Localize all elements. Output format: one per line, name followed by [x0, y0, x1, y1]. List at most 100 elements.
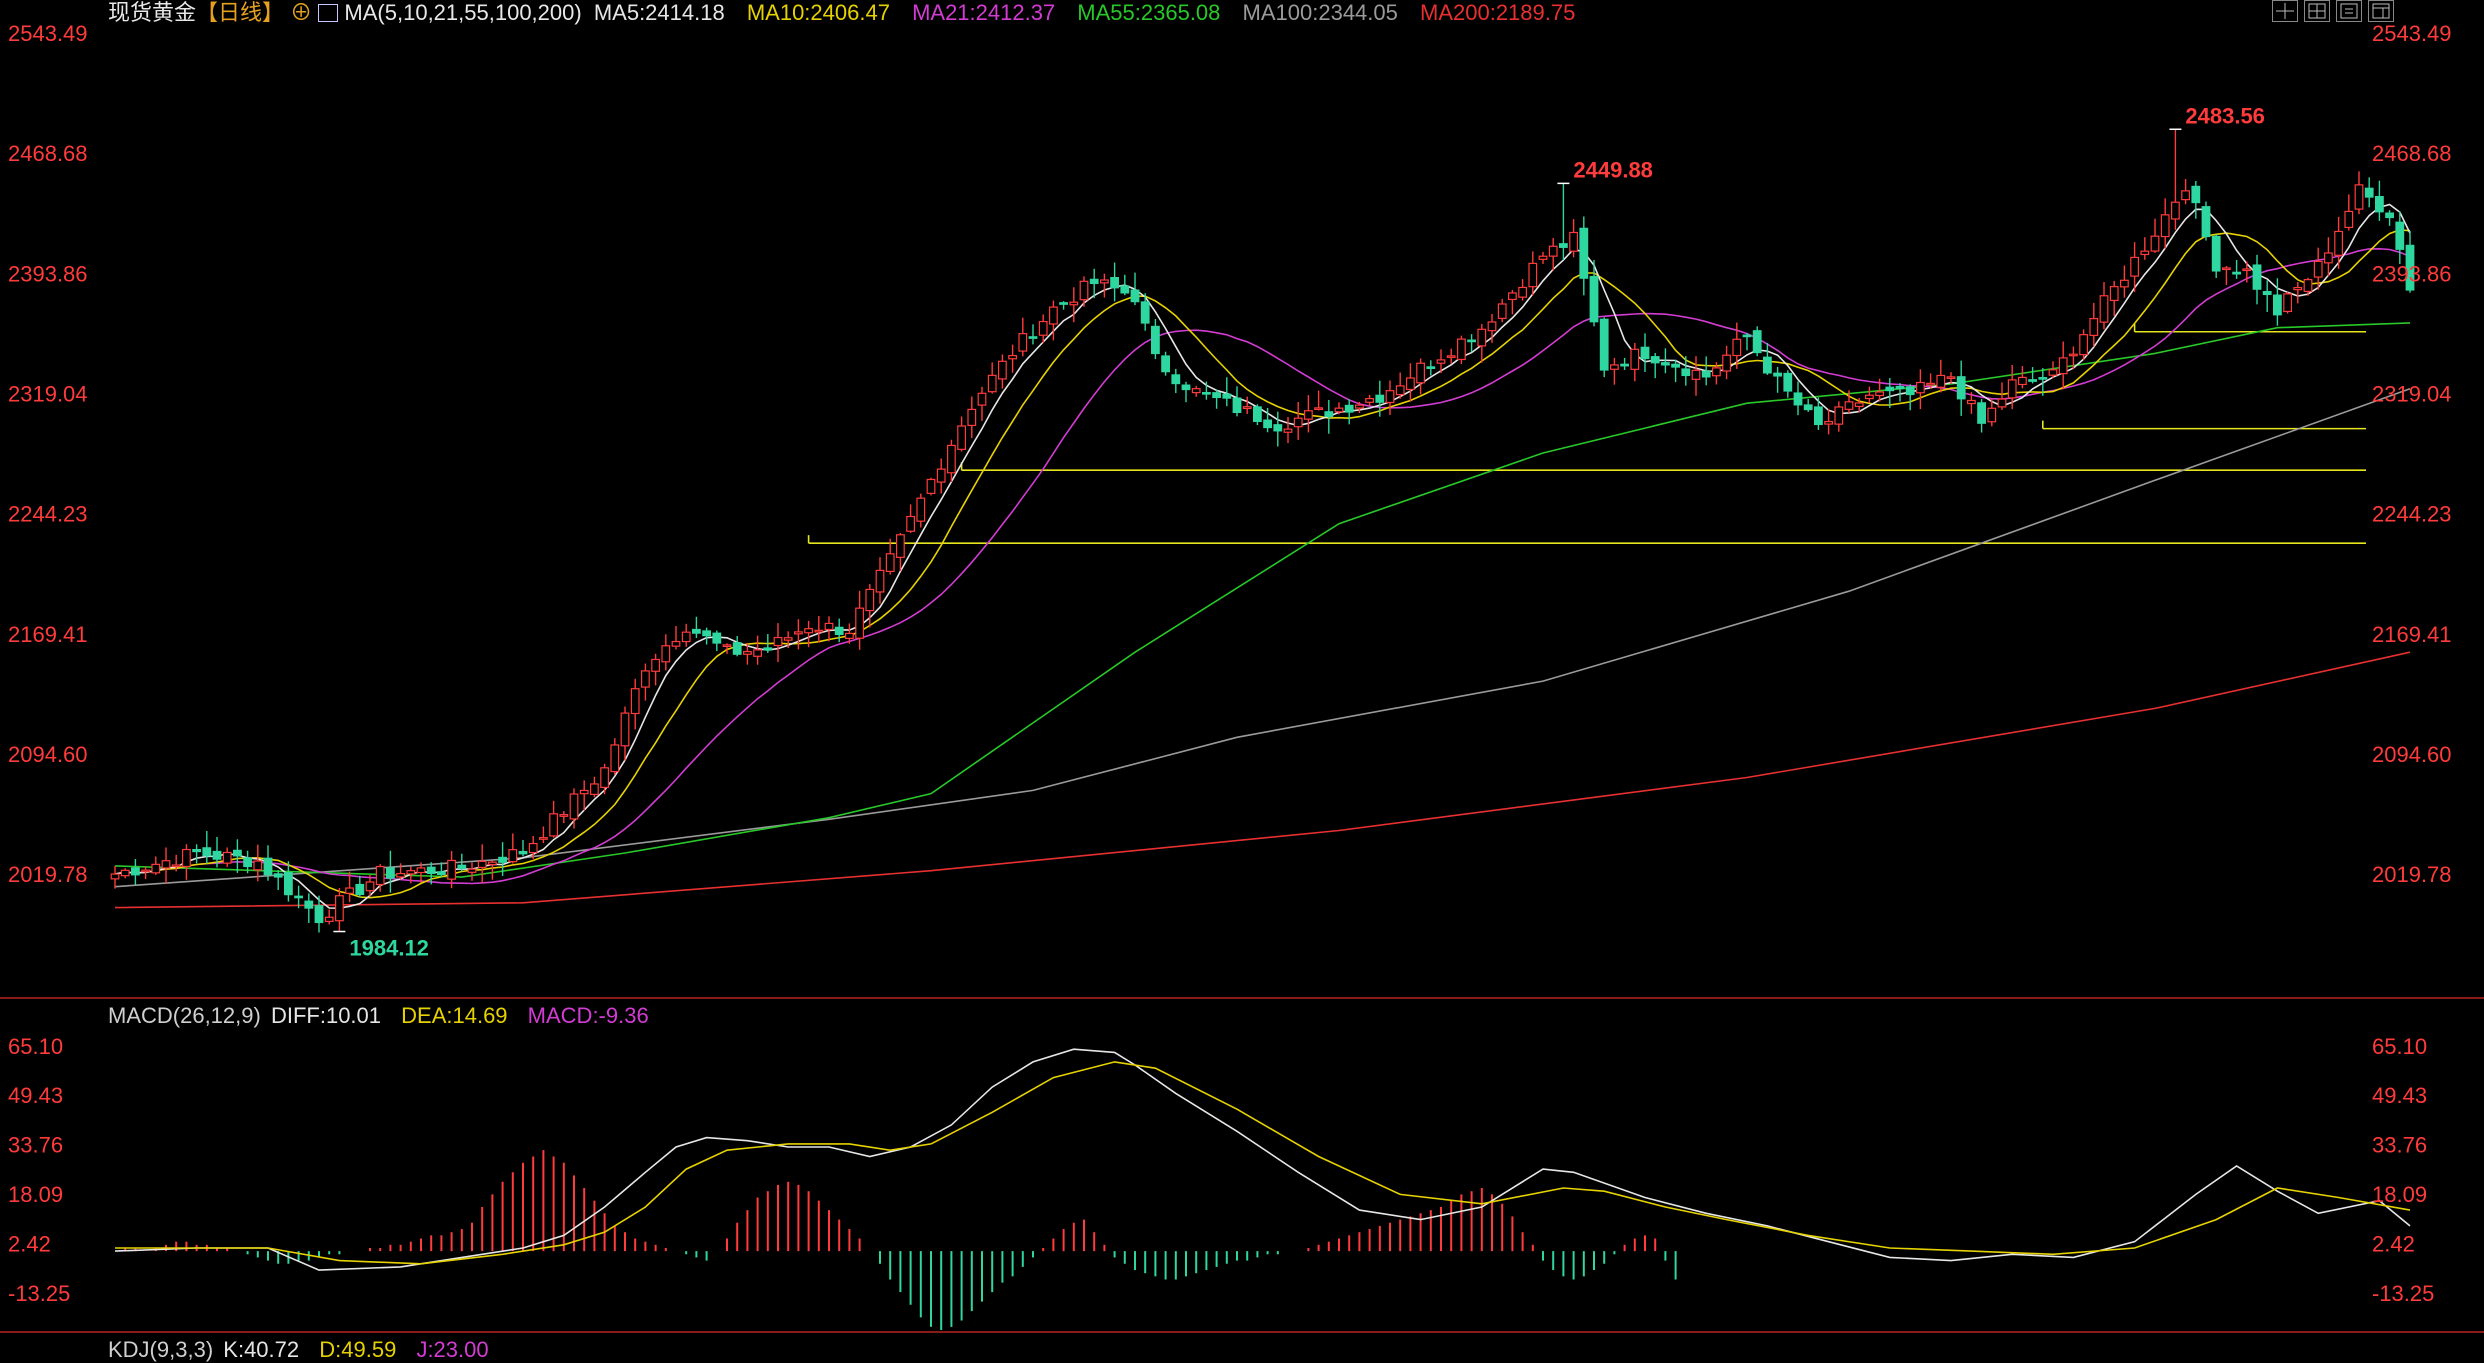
candle[interactable]	[2191, 181, 2201, 219]
candle[interactable]	[2232, 259, 2242, 279]
candle[interactable]	[1273, 411, 1283, 447]
candle[interactable]	[2334, 216, 2344, 269]
candle[interactable]	[2160, 198, 2170, 249]
candle[interactable]	[1650, 352, 1660, 379]
candle[interactable]	[1915, 369, 1925, 410]
candle[interactable]	[1324, 399, 1334, 434]
candle[interactable]	[1477, 324, 1487, 363]
candle[interactable]	[1385, 380, 1395, 415]
candle[interactable]	[987, 362, 997, 394]
candle[interactable]	[1936, 359, 1946, 393]
candle[interactable]	[120, 868, 130, 879]
candle[interactable]	[1191, 385, 1201, 397]
candle[interactable]	[661, 634, 671, 671]
candle[interactable]	[1956, 360, 1966, 416]
candle[interactable]	[304, 893, 314, 923]
candle[interactable]	[1997, 382, 2007, 410]
candle[interactable]	[110, 865, 120, 889]
candle[interactable]	[1793, 381, 1803, 416]
candle[interactable]	[508, 833, 518, 864]
candle[interactable]	[1079, 276, 1089, 307]
candle[interactable]	[1140, 293, 1150, 331]
candle[interactable]	[1905, 384, 1915, 411]
candle[interactable]	[386, 850, 395, 893]
candle[interactable]	[671, 626, 681, 650]
candle[interactable]	[1824, 409, 1834, 435]
candle[interactable]	[1242, 396, 1252, 415]
candle[interactable]	[1426, 360, 1436, 376]
candle[interactable]	[1099, 273, 1109, 298]
candle[interactable]	[518, 840, 528, 857]
candle[interactable]	[1303, 395, 1313, 433]
candle[interactable]	[1671, 359, 1681, 383]
candle[interactable]	[1609, 357, 1619, 385]
candle[interactable]	[712, 630, 722, 652]
candle[interactable]	[1548, 238, 1558, 271]
candle[interactable]	[1456, 335, 1466, 364]
candle[interactable]	[2058, 341, 2068, 390]
candle[interactable]	[1579, 216, 1589, 296]
candle[interactable]	[161, 847, 171, 884]
candle[interactable]	[2283, 291, 2293, 314]
candle[interactable]	[702, 627, 711, 645]
candle[interactable]	[1803, 398, 1813, 412]
candle[interactable]	[1405, 363, 1415, 402]
candle[interactable]	[814, 615, 824, 643]
candle[interactable]	[2344, 194, 2354, 231]
window-icon[interactable]	[2368, 0, 2394, 22]
candle[interactable]	[2120, 265, 2129, 298]
candle[interactable]	[1569, 219, 1579, 258]
candle[interactable]	[773, 623, 783, 663]
candle[interactable]	[1150, 319, 1160, 360]
candle[interactable]	[600, 763, 609, 795]
candle[interactable]	[1834, 401, 1844, 432]
candle[interactable]	[2262, 280, 2272, 312]
candle[interactable]	[906, 504, 915, 533]
candle[interactable]	[2385, 210, 2395, 226]
candle[interactable]	[691, 616, 701, 638]
candle[interactable]	[2354, 171, 2364, 215]
candle[interactable]	[916, 493, 926, 528]
candle[interactable]	[1813, 397, 1823, 430]
candle[interactable]	[1558, 183, 1568, 261]
candle[interactable]	[997, 354, 1007, 389]
candle[interactable]	[926, 477, 936, 496]
candle[interactable]	[651, 653, 660, 686]
candle[interactable]	[1344, 399, 1354, 425]
candle[interactable]	[538, 826, 548, 844]
candle[interactable]	[1181, 381, 1191, 403]
kline-chart[interactable]: 2483.56 2449.88 1984.12 2543.49 2543.49 2468…	[0, 0, 2484, 1355]
candle[interactable]	[2293, 282, 2303, 304]
candle[interactable]	[2171, 129, 2180, 230]
candle[interactable]	[1783, 370, 1793, 398]
candle[interactable]	[1507, 290, 1517, 315]
candle[interactable]	[1722, 345, 1732, 380]
candle[interactable]	[233, 839, 242, 873]
candle[interactable]	[1059, 301, 1069, 310]
candle[interactable]	[2017, 366, 2027, 389]
period-label[interactable]: 【日线】	[196, 0, 284, 25]
candle[interactable]	[1008, 344, 1017, 373]
crosshair-icon[interactable]	[2272, 0, 2298, 22]
kdj-title[interactable]: KDJ(9,3,3)	[108, 1337, 213, 1362]
candle[interactable]	[1620, 357, 1630, 370]
macd-title[interactable]: MACD(26,12,9)	[108, 1003, 261, 1028]
candle[interactable]	[1171, 368, 1181, 394]
candle[interactable]	[1293, 402, 1303, 440]
candle[interactable]	[2364, 177, 2374, 208]
candle[interactable]	[610, 738, 620, 775]
candle[interactable]	[620, 706, 630, 761]
candlesticks[interactable]	[110, 129, 2415, 933]
candle[interactable]	[824, 616, 834, 642]
candle[interactable]	[1691, 356, 1701, 396]
candle[interactable]	[1232, 386, 1242, 417]
candle[interactable]	[1314, 390, 1324, 411]
candle[interactable]	[131, 859, 140, 886]
candle[interactable]	[202, 831, 212, 864]
candle[interactable]	[1773, 366, 1783, 393]
candle[interactable]	[1497, 298, 1507, 323]
candle[interactable]	[681, 623, 691, 647]
candle[interactable]	[589, 776, 599, 798]
candle[interactable]	[2109, 280, 2119, 316]
candle[interactable]	[1110, 262, 1120, 302]
